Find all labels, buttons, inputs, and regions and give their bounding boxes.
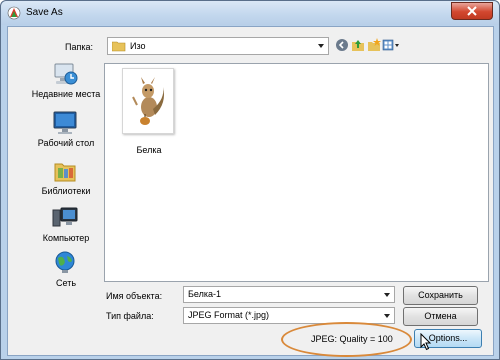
place-desktop[interactable]: Рабочий стол bbox=[26, 111, 106, 159]
file-name: Белка bbox=[136, 145, 162, 155]
filename-value: Белка-1 bbox=[188, 289, 222, 299]
title-bar[interactable]: Save As bbox=[1, 1, 499, 25]
desktop-icon bbox=[53, 111, 77, 134]
lookin-label: Папка: bbox=[65, 42, 93, 52]
mouse-cursor-icon bbox=[420, 333, 432, 351]
folder-icon bbox=[112, 41, 126, 52]
close-button[interactable] bbox=[451, 2, 493, 20]
cancel-button[interactable]: Отмена bbox=[403, 307, 478, 326]
place-label: Недавние места bbox=[31, 89, 101, 99]
filetype-dropdown[interactable]: JPEG Format (*.jpg) bbox=[183, 307, 395, 324]
chevron-down-icon[interactable] bbox=[384, 314, 390, 318]
squirrel-image bbox=[132, 77, 164, 125]
close-icon bbox=[467, 6, 477, 16]
file-list[interactable]: Белка bbox=[104, 63, 489, 282]
chevron-down-icon[interactable] bbox=[384, 293, 390, 297]
places-bar: Недавние места Рабочий стол Библиотеки К… bbox=[26, 62, 106, 324]
new-folder-icon[interactable] bbox=[367, 38, 381, 52]
up-folder-icon[interactable] bbox=[351, 38, 365, 52]
squirrel-thumbnail bbox=[122, 68, 174, 134]
place-label: Библиотеки bbox=[41, 186, 91, 196]
place-libraries[interactable]: Библиотеки bbox=[26, 159, 106, 207]
view-menu-icon[interactable] bbox=[382, 38, 400, 52]
filename-input[interactable]: Белка-1 bbox=[183, 286, 395, 303]
place-label: Сеть bbox=[55, 278, 77, 288]
place-network[interactable]: Сеть bbox=[26, 251, 106, 299]
network-icon bbox=[55, 251, 75, 273]
libraries-icon bbox=[54, 163, 76, 182]
recent-places-icon bbox=[54, 63, 78, 85]
lookin-value: Изо bbox=[130, 41, 146, 51]
app-icon bbox=[7, 6, 21, 20]
save-button[interactable]: Сохранить bbox=[403, 286, 478, 305]
filetype-label: Тип файла: bbox=[106, 311, 154, 321]
save-as-dialog: Save As Папка: Изо Недавние места Рабочи… bbox=[0, 0, 500, 360]
filetype-value: JPEG Format (*.jpg) bbox=[188, 310, 270, 320]
window-title: Save As bbox=[26, 7, 63, 18]
place-label: Компьютер bbox=[42, 233, 90, 243]
computer-icon bbox=[52, 207, 78, 227]
highlight-ellipse bbox=[281, 322, 412, 357]
back-icon[interactable] bbox=[335, 38, 349, 52]
chevron-down-icon[interactable] bbox=[318, 44, 324, 48]
place-computer[interactable]: Компьютер bbox=[26, 206, 106, 254]
lookin-dropdown[interactable]: Изо bbox=[107, 37, 329, 55]
place-label: Рабочий стол bbox=[37, 138, 95, 148]
dialog-client-area: Папка: Изо Недавние места Рабочий стол Б… bbox=[7, 26, 494, 357]
filename-label: Имя объекта: bbox=[106, 291, 163, 301]
place-recent[interactable]: Недавние места bbox=[26, 62, 106, 110]
